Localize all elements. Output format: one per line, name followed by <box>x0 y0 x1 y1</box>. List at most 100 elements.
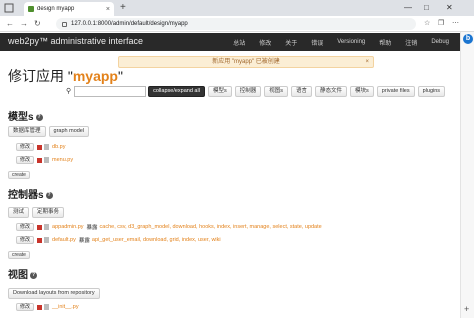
more-icon[interactable]: ⋯ <box>452 19 459 29</box>
page-title-prefix: 修订应用 " <box>8 68 73 84</box>
brand-title[interactable]: web2py™ administrative interface <box>8 36 143 46</box>
delete-icon[interactable] <box>37 237 43 243</box>
exposes-label: 暴露 <box>86 225 98 231</box>
database-admin-button[interactable]: 数据库管理 <box>8 125 46 137</box>
url-text: 127.0.0.1:8000/admin/default/design/myap… <box>71 21 188 27</box>
delete-icon[interactable] <box>37 157 43 163</box>
edit-button[interactable]: 修改 <box>16 223 35 231</box>
flash-close-icon[interactable]: × <box>365 57 369 67</box>
views-title: 视图 <box>8 270 28 281</box>
bing-icon[interactable]: b <box>463 34 473 44</box>
help-icon[interactable]: ? <box>35 113 43 121</box>
collections-icon[interactable]: ❐ <box>438 19 444 29</box>
refresh-icon[interactable]: ↻ <box>34 18 41 30</box>
views-button[interactable]: 视图s <box>264 85 288 97</box>
help-icon[interactable]: ? <box>30 271 37 279</box>
function-links[interactable]: api_get_user_email, download, grid, inde… <box>92 237 221 243</box>
minimize-button[interactable]: — <box>404 2 412 14</box>
nav-item-versioning[interactable]: Versioning <box>330 39 372 45</box>
flash-message: 新应用 "myapp" 已被创建 × <box>118 56 374 68</box>
controllers-create-row: create <box>8 250 33 260</box>
file-icon <box>44 304 50 310</box>
list-item: 修改 menu.py <box>16 155 76 165</box>
nav-item-edit[interactable]: 修改 <box>252 38 278 47</box>
app-navbar: web2py™ administrative interface 总站 修改 关… <box>0 33 460 51</box>
favorites-icon[interactable]: ☆ <box>424 19 430 29</box>
file-icon <box>44 237 50 243</box>
sidebar-add-icon[interactable]: + <box>464 304 469 314</box>
page-title: 修订应用 "myapp" <box>8 66 123 86</box>
nav-item-logout[interactable]: 注销 <box>398 38 424 47</box>
tab-actions-icon[interactable] <box>4 3 14 13</box>
list-item: 修改 default.py 暴露 api_get_user_email, dow… <box>16 235 221 245</box>
nav-item-site[interactable]: 总站 <box>226 38 252 47</box>
browser-sidebar: b + <box>460 32 474 318</box>
search-icon: ⚲ <box>66 88 72 95</box>
file-link[interactable]: db.py <box>52 144 65 150</box>
collapse-expand-button[interactable]: collapse/expand all <box>148 85 205 97</box>
back-icon[interactable]: ← <box>6 18 14 30</box>
close-window-button[interactable]: ✕ <box>446 2 453 14</box>
controllers-heading: 控制器s? <box>8 186 53 201</box>
private-files-button[interactable]: private files <box>376 85 415 97</box>
models-button[interactable]: 模型s <box>207 85 232 97</box>
maximize-button[interactable]: □ <box>424 2 429 14</box>
tab-close-icon[interactable]: × <box>106 6 110 13</box>
edit-button[interactable]: 修改 <box>16 156 35 164</box>
delete-icon[interactable] <box>37 224 43 230</box>
file-link[interactable]: __init__.py <box>52 304 79 310</box>
exposes-label: 暴露 <box>78 238 90 244</box>
nav-item-errors[interactable]: 错误 <box>304 38 330 47</box>
list-item: 修改 db.py <box>16 142 68 152</box>
new-tab-button[interactable]: + <box>120 2 126 14</box>
controllers-title: 控制器s <box>8 190 44 201</box>
edit-button[interactable]: 修改 <box>16 236 35 244</box>
flash-text: 新应用 "myapp" 已被创建 <box>212 59 280 65</box>
list-item: 修改 appadmin.py 暴露 cache, csv, d3_graph_m… <box>16 222 322 232</box>
nav-item-help[interactable]: 帮助 <box>372 38 398 47</box>
file-link[interactable]: default.py <box>52 237 76 243</box>
download-layouts-button[interactable]: Download layouts from repository <box>8 287 100 299</box>
file-icon <box>44 144 50 150</box>
test-button[interactable]: 测试 <box>8 206 30 218</box>
nav-item-about[interactable]: 关于 <box>278 38 304 47</box>
models-heading: 模型s? <box>8 108 43 123</box>
file-icon <box>44 157 50 163</box>
search-input[interactable] <box>74 85 147 97</box>
controllers-actions: 测试 定期事务 <box>8 206 67 218</box>
function-links[interactable]: cache, csv, d3_graph_model, download, ho… <box>100 224 322 230</box>
forward-icon[interactable]: → <box>20 18 28 30</box>
graph-model-button[interactable]: graph model <box>48 125 90 137</box>
design-toolbar: ⚲ collapse/expand all 模型s 控制器 视图s 语言 静态文… <box>66 85 448 97</box>
plugins-button[interactable]: plugins <box>417 85 446 97</box>
nav-menu: 总站 修改 关于 错误 Versioning 帮助 注销 Debug <box>226 33 456 51</box>
list-item: 修改 __init__.py <box>16 302 82 312</box>
views-heading: 视图? <box>8 266 37 281</box>
delete-icon[interactable] <box>37 304 43 310</box>
create-controller-button[interactable]: create <box>8 251 30 259</box>
web2py-favicon-icon <box>28 6 34 12</box>
controllers-button[interactable]: 控制器 <box>234 85 262 97</box>
nav-item-debug[interactable]: Debug <box>424 39 456 45</box>
url-field[interactable]: 127.0.0.1:8000/admin/default/design/myap… <box>56 18 416 30</box>
help-icon[interactable]: ? <box>45 191 53 199</box>
browser-tab[interactable]: design myapp × <box>24 2 114 16</box>
file-link[interactable]: appadmin.py <box>52 224 84 230</box>
scheduler-button[interactable]: 定期事务 <box>32 206 65 218</box>
browser-tab-bar: design myapp × + — □ ✕ <box>0 0 474 16</box>
static-files-button[interactable]: 静态文件 <box>315 85 348 97</box>
views-actions: Download layouts from repository <box>8 287 103 299</box>
models-title: 模型s <box>8 112 34 123</box>
edit-button[interactable]: 修改 <box>16 303 35 311</box>
file-link[interactable]: menu.py <box>52 157 73 163</box>
site-info-icon[interactable] <box>62 21 67 27</box>
address-bar-row: ← → ↻ 127.0.0.1:8000/admin/default/desig… <box>0 16 474 32</box>
languages-button[interactable]: 语言 <box>290 85 312 97</box>
modules-button[interactable]: 模块s <box>350 85 374 97</box>
page-title-app: myapp <box>72 68 118 84</box>
page-title-suffix: " <box>117 68 123 84</box>
edit-button[interactable]: 修改 <box>16 143 35 151</box>
delete-icon[interactable] <box>37 144 43 150</box>
file-icon <box>44 224 50 230</box>
create-model-button[interactable]: create <box>8 171 30 179</box>
